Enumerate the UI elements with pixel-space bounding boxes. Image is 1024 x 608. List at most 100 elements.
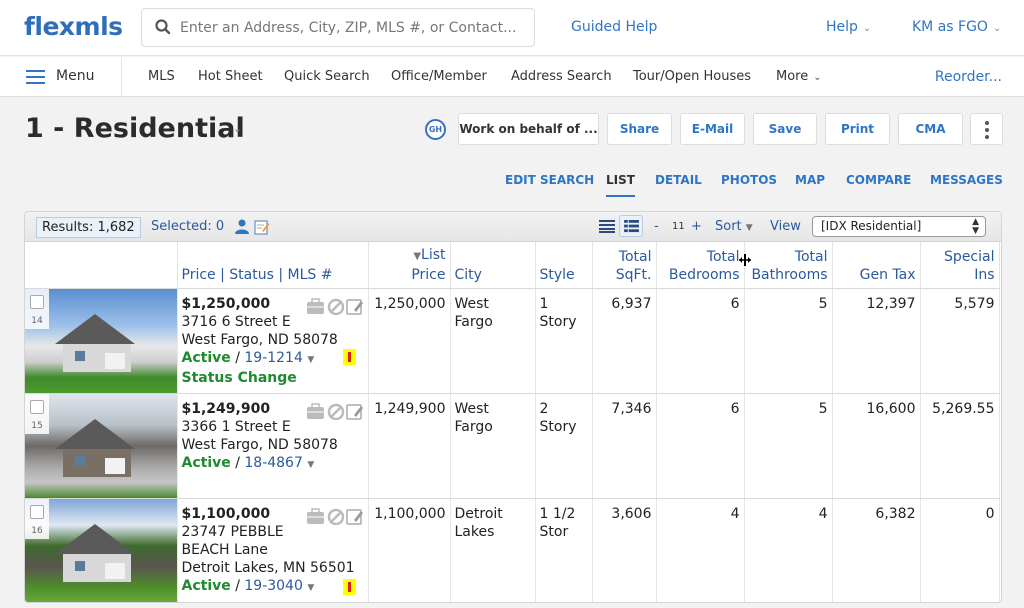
header-gen-tax[interactable]: Gen Tax xyxy=(832,242,921,289)
listing-address-line1: 3716 6 Street E xyxy=(181,313,291,330)
guided-help-badge[interactable]: GH xyxy=(425,119,446,140)
prohibit-icon[interactable] xyxy=(327,403,344,420)
row-checkbox[interactable] xyxy=(30,399,44,414)
listing-info-cell: $1,100,000 23747 PEBBLE BEACH Lane Detroit … xyxy=(177,498,369,602)
tab-detail[interactable]: DETAIL xyxy=(655,173,702,187)
listing-row[interactable]: 15 $1,249,900 3366 1 Street E West Fargo, N… xyxy=(25,393,1000,499)
header-price[interactable]: Price xyxy=(182,267,216,283)
style-line2: Story xyxy=(539,313,577,330)
tab-edit-search[interactable]: EDIT SEARCH xyxy=(505,173,594,187)
menu-button[interactable]: Menu xyxy=(0,57,122,97)
person-icon[interactable] xyxy=(235,219,249,234)
note-edit-icon[interactable] xyxy=(345,298,363,315)
global-search-input[interactable] xyxy=(180,9,530,46)
nav-item-address-search[interactable]: Address Search xyxy=(511,69,612,84)
header-status[interactable]: Status xyxy=(229,267,274,283)
caret-down-icon[interactable]: ▼ xyxy=(307,355,314,365)
note-edit-icon[interactable] xyxy=(345,403,363,420)
header-total-bathrooms[interactable]: Total Bathrooms xyxy=(744,242,833,289)
mls-number-link[interactable]: 19-1214 xyxy=(244,350,303,366)
selected-count[interactable]: Selected: 0 xyxy=(151,219,224,234)
page-title[interactable]: 1 - Residential xyxy=(25,113,245,144)
listing-row[interactable]: 14 $1,250,000 3716 6 Street E West Fargo, N… xyxy=(25,288,1000,394)
header-style[interactable]: Style xyxy=(535,242,593,289)
view-select[interactable]: [IDX Residential] ▲ ▼ xyxy=(812,216,986,237)
reorder-link[interactable]: Reorder... xyxy=(935,69,1002,85)
nav-item-more[interactable]: More ⌄ xyxy=(776,69,822,84)
detail-view-button[interactable] xyxy=(619,215,643,237)
help-dropdown[interactable]: Help ⌄ xyxy=(826,19,871,35)
chevron-down-icon[interactable]: ⌄ xyxy=(233,122,242,135)
print-button[interactable]: Print xyxy=(825,113,890,145)
global-search[interactable] xyxy=(141,8,535,47)
tab-map[interactable]: MAP xyxy=(795,173,825,187)
header-price-status-mls[interactable]: Price | Status | MLS # xyxy=(177,242,369,289)
row-checkbox[interactable] xyxy=(30,294,44,309)
mls-number-link[interactable]: 18-4867 xyxy=(244,455,303,471)
mls-number-link[interactable]: 19-3040 xyxy=(244,578,303,594)
save-button[interactable]: Save xyxy=(753,113,817,145)
flag-icon[interactable] xyxy=(342,578,356,595)
header-total-sqft[interactable]: Total SqFt. xyxy=(592,242,657,289)
briefcase-icon[interactable] xyxy=(306,402,324,419)
listing-info-cell: $1,249,900 3366 1 Street E West Fargo, ND … xyxy=(177,393,369,499)
row-action-icons xyxy=(306,297,363,315)
header-total-bedrooms[interactable]: Total Bedrooms xyxy=(656,242,745,289)
edit-note-icon[interactable] xyxy=(254,219,270,235)
listing-photo[interactable]: 15 xyxy=(25,393,177,498)
listing-photo[interactable]: 16 xyxy=(25,498,177,602)
more-options-button[interactable] xyxy=(970,113,1003,145)
nav-item-hot-sheet[interactable]: Hot Sheet xyxy=(198,69,263,84)
user-label: KM as FGO xyxy=(912,19,988,35)
prohibit-icon[interactable] xyxy=(327,508,344,525)
row-select-wrap: 16 xyxy=(25,498,49,539)
tab-list[interactable]: LIST xyxy=(606,173,635,197)
photo-cell: 16 xyxy=(25,498,178,602)
top-bar: flexmls Guided Help Help ⌄ KM as FGO ⌄ xyxy=(0,0,1024,56)
increase-font-button[interactable]: + xyxy=(691,219,702,234)
gen-tax-cell: 12,397 xyxy=(832,288,921,394)
row-select-wrap: 14 xyxy=(25,288,49,329)
chevron-down-icon: ⌄ xyxy=(992,23,1002,34)
status-badge: Active xyxy=(181,349,231,366)
nav-item-office-member[interactable]: Office/Member xyxy=(391,69,487,84)
work-on-behalf-button[interactable]: Work on behalf of ... xyxy=(458,113,599,145)
tab-compare[interactable]: COMPARE xyxy=(846,173,911,187)
header-list-price[interactable]: ▼List Price xyxy=(368,242,451,289)
city-cell: Detroit Lakes xyxy=(450,498,536,602)
results-count: Results: 1,682 xyxy=(36,217,141,238)
briefcase-icon[interactable] xyxy=(306,297,324,314)
sort-dropdown[interactable]: Sort ▼ xyxy=(715,219,753,234)
header-mls[interactable]: MLS # xyxy=(288,267,333,283)
nav-item-tour-open-houses[interactable]: Tour/Open Houses xyxy=(633,69,751,84)
caret-down-icon[interactable]: ▼ xyxy=(307,460,314,470)
list-price-cell: 1,250,000 xyxy=(368,288,451,394)
list-view-icon[interactable] xyxy=(599,219,615,233)
prohibit-icon[interactable] xyxy=(327,298,344,315)
guided-help-link[interactable]: Guided Help xyxy=(571,19,657,35)
row-checkbox[interactable] xyxy=(30,504,44,519)
share-button[interactable]: Share xyxy=(607,113,672,145)
listing-row[interactable]: 16 $1,100,000 23747 PEBBLE BEACH Lane Detroi… xyxy=(25,498,1000,602)
header-city[interactable]: City xyxy=(450,242,536,289)
note-edit-icon[interactable] xyxy=(345,508,363,525)
chevron-down-icon: ⌄ xyxy=(862,23,872,34)
listing-photo[interactable]: 14 xyxy=(25,288,177,393)
briefcase-icon[interactable] xyxy=(306,507,324,524)
email-button[interactable]: E-Mail xyxy=(680,113,745,145)
flexmls-logo[interactable]: flexmls xyxy=(24,12,123,41)
caret-down-icon[interactable]: ▼ xyxy=(307,583,314,593)
status-line: Active / 19-3040 ▼ xyxy=(181,577,315,594)
tab-photos[interactable]: PHOTOS xyxy=(721,173,777,187)
view-select-value: [IDX Residential] xyxy=(821,219,922,233)
tab-messages[interactable]: MESSAGES xyxy=(930,173,1003,187)
decrease-font-button[interactable]: - xyxy=(654,219,659,234)
listing-address-line1: 23747 PEBBLE xyxy=(181,523,284,540)
user-dropdown[interactable]: KM as FGO ⌄ xyxy=(912,19,1001,35)
cma-button[interactable]: CMA xyxy=(898,113,963,145)
nav-item-mls[interactable]: MLS xyxy=(148,69,175,84)
nav-item-quick-search[interactable]: Quick Search xyxy=(284,69,370,84)
flag-icon[interactable] xyxy=(342,348,356,365)
listing-address-line1: 3366 1 Street E xyxy=(181,418,291,435)
header-special-ins[interactable]: Special Ins xyxy=(920,242,1000,289)
